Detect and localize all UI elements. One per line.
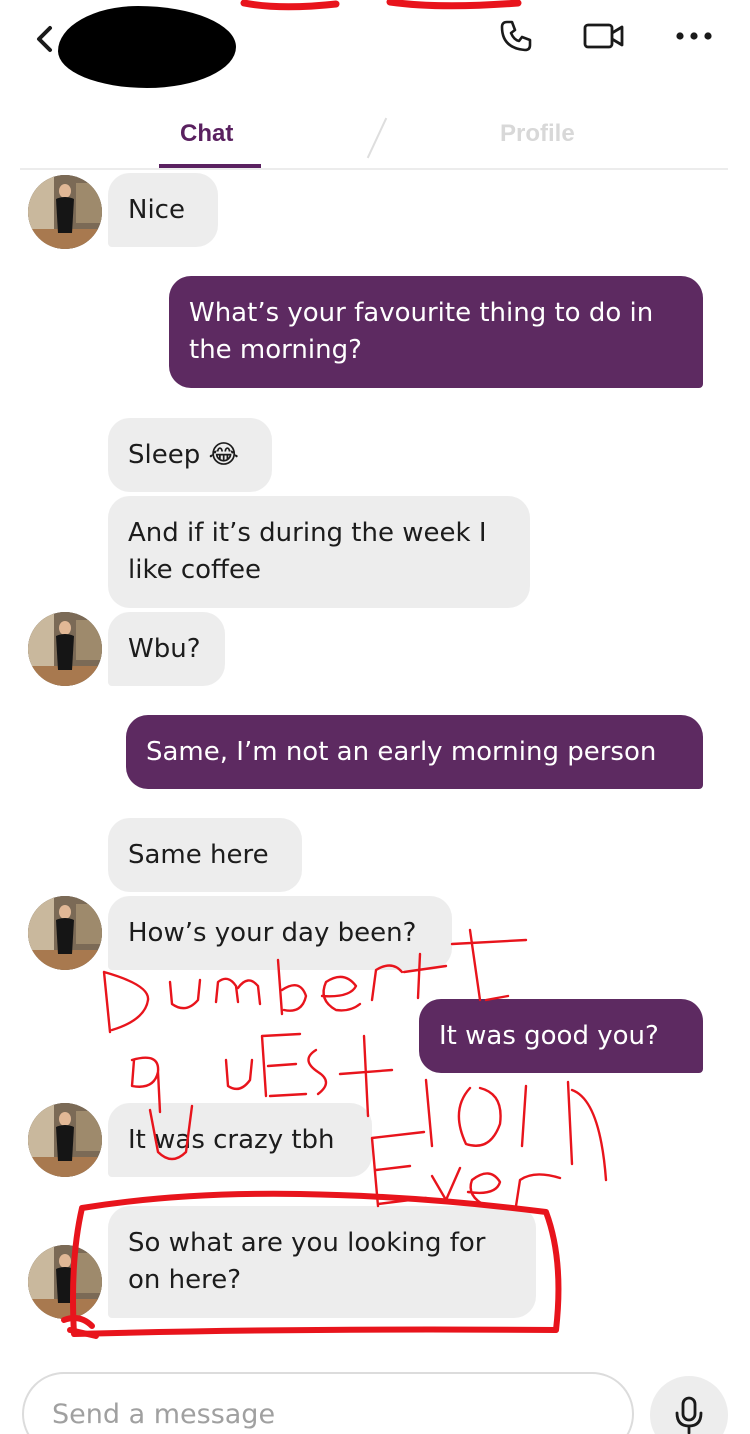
- message-composer: [22, 1372, 634, 1434]
- message-bubble-outgoing[interactable]: What’s your favourite thing to do in the…: [169, 276, 703, 388]
- avatar[interactable]: [28, 612, 102, 686]
- profile-photo: [28, 1103, 102, 1177]
- microphone-icon: [675, 1396, 703, 1434]
- message-bubble-incoming[interactable]: So what are you looking for on here?: [108, 1206, 536, 1318]
- message-bubble-outgoing[interactable]: It was good you?: [419, 999, 703, 1073]
- message-list: Nice What’s your favourite thing to do i…: [0, 0, 750, 1434]
- message-bubble-incoming[interactable]: Nice: [108, 173, 218, 247]
- avatar[interactable]: [28, 1103, 102, 1177]
- avatar[interactable]: [28, 896, 102, 970]
- message-bubble-incoming[interactable]: And if it’s during the week I like coffe…: [108, 496, 530, 608]
- message-bubble-incoming[interactable]: Sleep 😂: [108, 418, 272, 492]
- message-bubble-incoming[interactable]: Wbu?: [108, 612, 225, 686]
- avatar[interactable]: [28, 1245, 102, 1319]
- profile-photo: [28, 1245, 102, 1319]
- profile-photo: [28, 612, 102, 686]
- message-bubble-incoming[interactable]: Same here: [108, 818, 302, 892]
- avatar[interactable]: [28, 175, 102, 249]
- message-bubble-outgoing[interactable]: Same, I’m not an early morning person: [126, 715, 703, 789]
- profile-photo: [28, 896, 102, 970]
- message-bubble-incoming[interactable]: It was crazy tbh: [108, 1103, 372, 1177]
- message-input[interactable]: [52, 1394, 612, 1434]
- message-bubble-incoming[interactable]: How’s your day been?: [108, 896, 452, 970]
- profile-photo: [28, 175, 102, 249]
